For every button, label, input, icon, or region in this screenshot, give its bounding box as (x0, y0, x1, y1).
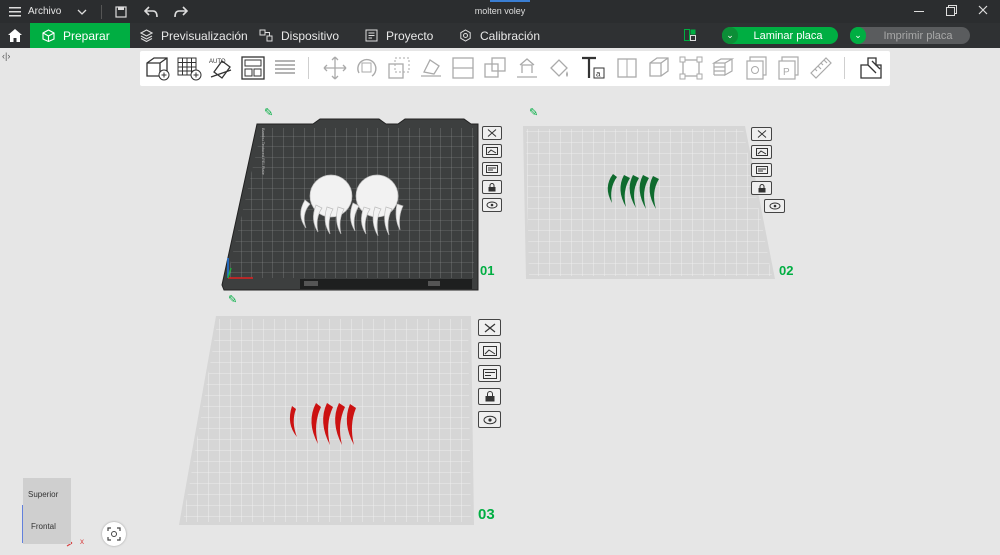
edit-plate-name-icon[interactable]: ✎ (264, 106, 273, 119)
lock-icon[interactable] (482, 180, 502, 194)
plate-02-actions (751, 127, 785, 213)
plate-settings-icon[interactable] (482, 162, 502, 176)
view-cube[interactable]: Superior Frontal (23, 478, 71, 544)
viewcube-top-label[interactable]: Superior (28, 490, 58, 499)
plate-01-actions (482, 126, 502, 212)
eye-icon[interactable] (478, 411, 501, 428)
fit-view-icon (107, 527, 121, 541)
close-icon[interactable] (482, 126, 502, 140)
lock-icon[interactable] (751, 181, 772, 195)
lock-icon[interactable] (478, 388, 501, 405)
eye-icon[interactable] (482, 198, 502, 212)
arrange-plate-icon[interactable] (482, 144, 502, 158)
plate-number-02: 02 (779, 263, 794, 278)
plate-settings-icon[interactable] (751, 163, 772, 177)
plate-settings-icon[interactable] (478, 365, 501, 382)
plates-canvas: Bambu Textured PEI Plate (22, 118, 775, 547)
plate-03-actions (478, 319, 501, 428)
axis-x-label: x (80, 537, 84, 546)
plate-number-01: 01 (480, 263, 495, 278)
plate-02[interactable] (523, 126, 775, 279)
close-icon[interactable] (478, 319, 501, 336)
eye-icon[interactable] (764, 199, 785, 213)
close-icon[interactable] (751, 127, 772, 141)
plate-number-03: 03 (478, 506, 495, 523)
svg-text:Bambu Textured PEI Plate: Bambu Textured PEI Plate (261, 128, 266, 176)
arrange-plate-icon[interactable] (478, 342, 501, 359)
zoom-to-fit-button[interactable] (102, 522, 126, 546)
arrange-plate-icon[interactable] (751, 145, 772, 159)
edit-plate-name-icon[interactable]: ✎ (529, 106, 538, 119)
edit-plate-name-icon[interactable]: ✎ (228, 293, 237, 306)
viewcube-front-label[interactable]: Frontal (31, 522, 56, 531)
